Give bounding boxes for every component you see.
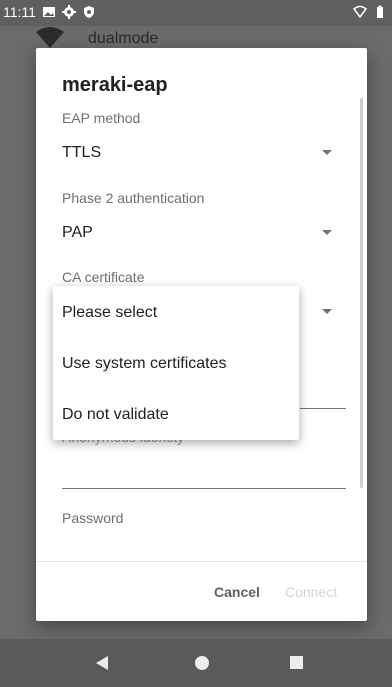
image-icon xyxy=(43,7,55,17)
wifi-icon xyxy=(353,5,367,19)
chevron-down-icon xyxy=(322,150,332,155)
input-underline xyxy=(300,408,346,409)
connect-button[interactable]: Connect xyxy=(285,584,337,600)
battery-icon xyxy=(377,5,383,18)
anonymous-identity-underline xyxy=(62,488,346,489)
password-label: Password xyxy=(62,510,124,526)
menu-item-use-system-certificates[interactable]: Use system certificates xyxy=(62,355,226,373)
chevron-down-icon xyxy=(322,309,332,314)
eap-method-value: TTLS xyxy=(62,144,102,161)
status-bar: 11:11 xyxy=(0,0,392,26)
dialog-title: meraki-eap xyxy=(62,74,168,96)
password-field[interactable] xyxy=(62,530,346,558)
recent-apps-icon[interactable] xyxy=(290,656,303,669)
ca-certificate-label: CA certificate xyxy=(62,269,145,285)
shield-icon xyxy=(84,6,94,18)
navigation-bar xyxy=(0,639,392,687)
gear-icon xyxy=(62,5,76,19)
chevron-down-icon xyxy=(322,230,332,235)
eap-method-spinner[interactable]: TTLS xyxy=(36,136,367,172)
menu-item-please-select[interactable]: Please select xyxy=(62,304,157,322)
wifi-lock-icon xyxy=(36,27,64,48)
anonymous-identity-field[interactable] xyxy=(62,451,346,487)
menu-item-do-not-validate[interactable]: Do not validate xyxy=(62,406,169,424)
home-icon[interactable] xyxy=(195,656,209,670)
ca-certificate-menu: Please select Use system certificates Do… xyxy=(53,286,299,440)
dialog-divider xyxy=(36,561,367,562)
back-icon[interactable] xyxy=(96,656,108,670)
eap-method-label: EAP method xyxy=(62,110,141,126)
status-time: 11:11 xyxy=(3,4,36,20)
phase2-spinner[interactable]: PAP xyxy=(36,216,367,252)
scrollbar[interactable] xyxy=(360,98,363,488)
phase2-label: Phase 2 authentication xyxy=(62,190,205,206)
phase2-value: PAP xyxy=(62,224,93,241)
background-network-name: dualmode xyxy=(88,30,159,47)
cancel-button[interactable]: Cancel xyxy=(214,584,260,600)
